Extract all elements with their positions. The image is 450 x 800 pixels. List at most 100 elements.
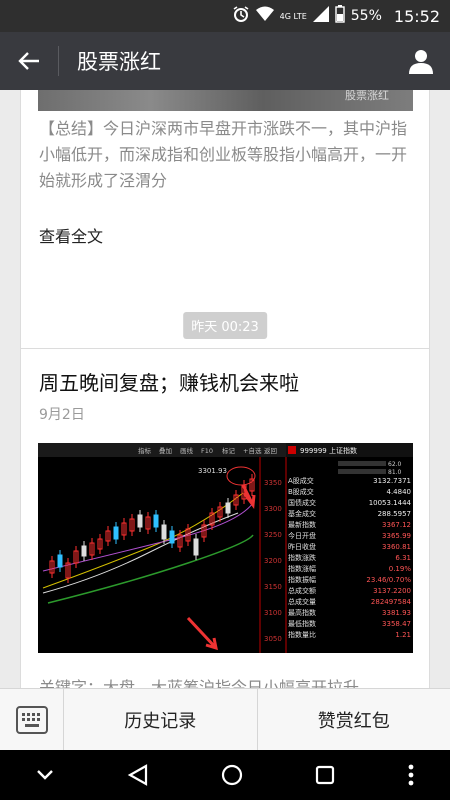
quote-stat-label: 指数涨跌 bbox=[288, 553, 316, 562]
article-cover-image[interactable]: 股票涨红 bbox=[38, 90, 413, 111]
more-options-icon[interactable] bbox=[408, 764, 414, 786]
alarm-icon bbox=[232, 5, 250, 27]
quote-stat-value: 282497584 bbox=[371, 598, 412, 606]
article-date: 9月2日 bbox=[39, 407, 85, 423]
keyboard-icon bbox=[15, 706, 48, 734]
history-menu-button[interactable]: 历史记录 bbox=[64, 689, 257, 751]
candlestick bbox=[225, 502, 231, 514]
nav-recents-icon[interactable] bbox=[315, 765, 335, 785]
stock-chart: 指标 叠加 画线 F10 标记 +自选 返回 999999 上证指数 62.081.0 3350 3… bbox=[38, 443, 413, 653]
quote-stat-value: 288.5957 bbox=[378, 510, 411, 518]
message-feed[interactable]: 股票涨红 【总结】今日沪深两市早盘开市涨跌不一，其中沪指小幅低开，而深成指和创业… bbox=[0, 90, 450, 688]
article-summary: 【总结】今日沪深两市早盘开市涨跌不一，其中沪指小幅低开，而深成指和创业板等股指小… bbox=[39, 119, 408, 190]
price-axis-label: 3150 bbox=[264, 583, 282, 591]
timestamp-chip: 昨天 00:23 bbox=[183, 312, 267, 339]
annotation-arrow bbox=[186, 616, 218, 651]
candlestick bbox=[161, 524, 167, 540]
person-icon bbox=[409, 50, 433, 74]
quote-stat-value: 3381.93 bbox=[382, 609, 411, 617]
quote-stat-label: 最高指数 bbox=[288, 608, 316, 617]
chart-toolbar-item: 画线 bbox=[180, 446, 194, 455]
app-bar-divider bbox=[58, 46, 59, 76]
article-card[interactable]: 周五晚间复盘；赚钱机会来啦 9月2日 指标 叠加 画线 F10 标记 +自选 返回 99999… bbox=[20, 348, 430, 688]
highlight-circle bbox=[226, 466, 256, 486]
quote-stat-label: 国债成交 bbox=[288, 498, 316, 507]
index-flag bbox=[288, 446, 296, 454]
price-axis-label: 3200 bbox=[264, 557, 282, 565]
quote-stat-label: 指数涨幅 bbox=[288, 564, 316, 573]
candlestick bbox=[57, 554, 63, 568]
ma-line-yellow bbox=[42, 492, 244, 589]
candlestick bbox=[81, 545, 87, 557]
article-keywords: 关键字；大盘，大蓝筹沪指今日小幅高开拉升 bbox=[39, 678, 360, 688]
high-price-label: 3301.93 bbox=[198, 467, 227, 475]
quote-stat-value: 3365.99 bbox=[382, 532, 411, 540]
chart-toolbar-item: F10 bbox=[201, 447, 213, 455]
stock-chart-image[interactable]: 指标 叠加 画线 F10 标记 +自选 返回 999999 上证指数 62.0 81.0 3350 3… bbox=[38, 443, 413, 653]
quote-stat-value: 23.46/0.70% bbox=[366, 576, 411, 584]
candlestick bbox=[169, 530, 175, 544]
quote-stat-value: 3132.7371 bbox=[373, 477, 411, 485]
image-watermark: 股票涨红 bbox=[345, 90, 389, 102]
quote-stat-label: 最低指数 bbox=[288, 619, 316, 628]
quote-stat-value: 1.21 bbox=[395, 631, 411, 639]
quote-stat-value: 3358.47 bbox=[382, 620, 411, 628]
battery-icon bbox=[335, 5, 345, 27]
ratio-bar bbox=[338, 469, 386, 474]
chart-toolbar-item: 返回 bbox=[264, 447, 277, 455]
chart-toolbar-item: 标记 bbox=[222, 446, 236, 455]
price-axis-label: 3250 bbox=[264, 531, 282, 539]
candlestick bbox=[113, 526, 119, 540]
quote-stat-label: 昨日收盘 bbox=[288, 542, 316, 551]
status-bar: 4G LTE 55% 15:52 bbox=[0, 0, 450, 32]
ratio-value: 62.0 bbox=[388, 461, 402, 468]
quote-stat-value: 3360.81 bbox=[382, 543, 411, 551]
nav-home-icon[interactable] bbox=[221, 764, 243, 786]
article-headline[interactable]: 周五晚间复盘；赚钱机会来啦 bbox=[39, 367, 299, 396]
candlestick bbox=[153, 514, 159, 528]
back-button[interactable] bbox=[0, 32, 58, 90]
quote-stat-label: 指数量比 bbox=[288, 630, 316, 639]
quote-stat-label: 指数振幅 bbox=[288, 575, 316, 584]
hide-keyboard-chevron-icon[interactable] bbox=[36, 769, 54, 781]
quote-stat-label: 今日开盘 bbox=[288, 531, 316, 540]
reward-menu-button[interactable]: 赞赏红包 bbox=[256, 689, 450, 751]
battery-percent: 55% bbox=[350, 8, 382, 24]
read-more-link[interactable]: 查看全文 bbox=[39, 223, 103, 247]
quote-stat-value: 0.19% bbox=[389, 565, 412, 573]
back-arrow-icon bbox=[18, 52, 39, 70]
chart-toolbar-item: 指标 bbox=[138, 446, 152, 455]
keyboard-toggle-button[interactable] bbox=[0, 689, 64, 751]
status-icons: 4G LTE 55% 15:52 bbox=[232, 0, 440, 32]
quote-stat-value: 10053.1444 bbox=[369, 499, 412, 507]
candlestick bbox=[137, 514, 143, 528]
quote-stat-value: 6.31 bbox=[395, 554, 411, 562]
clock: 15:52 bbox=[393, 6, 440, 26]
chart-toolbar-item: +自选 bbox=[243, 446, 262, 455]
chart-toolbar-item: 叠加 bbox=[159, 446, 172, 455]
price-axis-label: 3300 bbox=[264, 505, 282, 513]
wifi-icon bbox=[255, 6, 274, 26]
network-label: 4G LTE bbox=[279, 11, 307, 21]
system-nav-bar bbox=[0, 750, 450, 800]
quote-stat-label: 最新指数 bbox=[288, 520, 316, 529]
signal-icon bbox=[312, 6, 329, 26]
quote-stat-label: 总成交额 bbox=[288, 586, 316, 595]
quote-stat-value: 3137.2200 bbox=[373, 587, 411, 595]
price-axis-label: 3050 bbox=[264, 635, 282, 643]
quote-stat-value: 4.4840 bbox=[387, 488, 412, 496]
candlestick bbox=[193, 538, 199, 556]
quote-stat-label: B股成交 bbox=[288, 487, 314, 496]
quote-stat-label: 总成交量 bbox=[288, 597, 316, 606]
ratio-value: 81.0 bbox=[388, 469, 402, 476]
profile-button[interactable] bbox=[392, 32, 450, 90]
ratio-bar bbox=[338, 461, 386, 466]
page-title: 股票涨红 bbox=[77, 50, 161, 74]
quote-stat-value: 3367.12 bbox=[382, 521, 411, 529]
nav-back-icon[interactable] bbox=[127, 764, 149, 786]
quote-stat-label: 基金成交 bbox=[288, 509, 316, 518]
app-bar: 股票涨红 bbox=[0, 32, 450, 90]
quote-stat-label: A股成交 bbox=[288, 476, 314, 485]
bottom-menu: 历史记录 赞赏红包 bbox=[0, 688, 450, 751]
index-code: 999999 上证指数 bbox=[300, 446, 357, 455]
